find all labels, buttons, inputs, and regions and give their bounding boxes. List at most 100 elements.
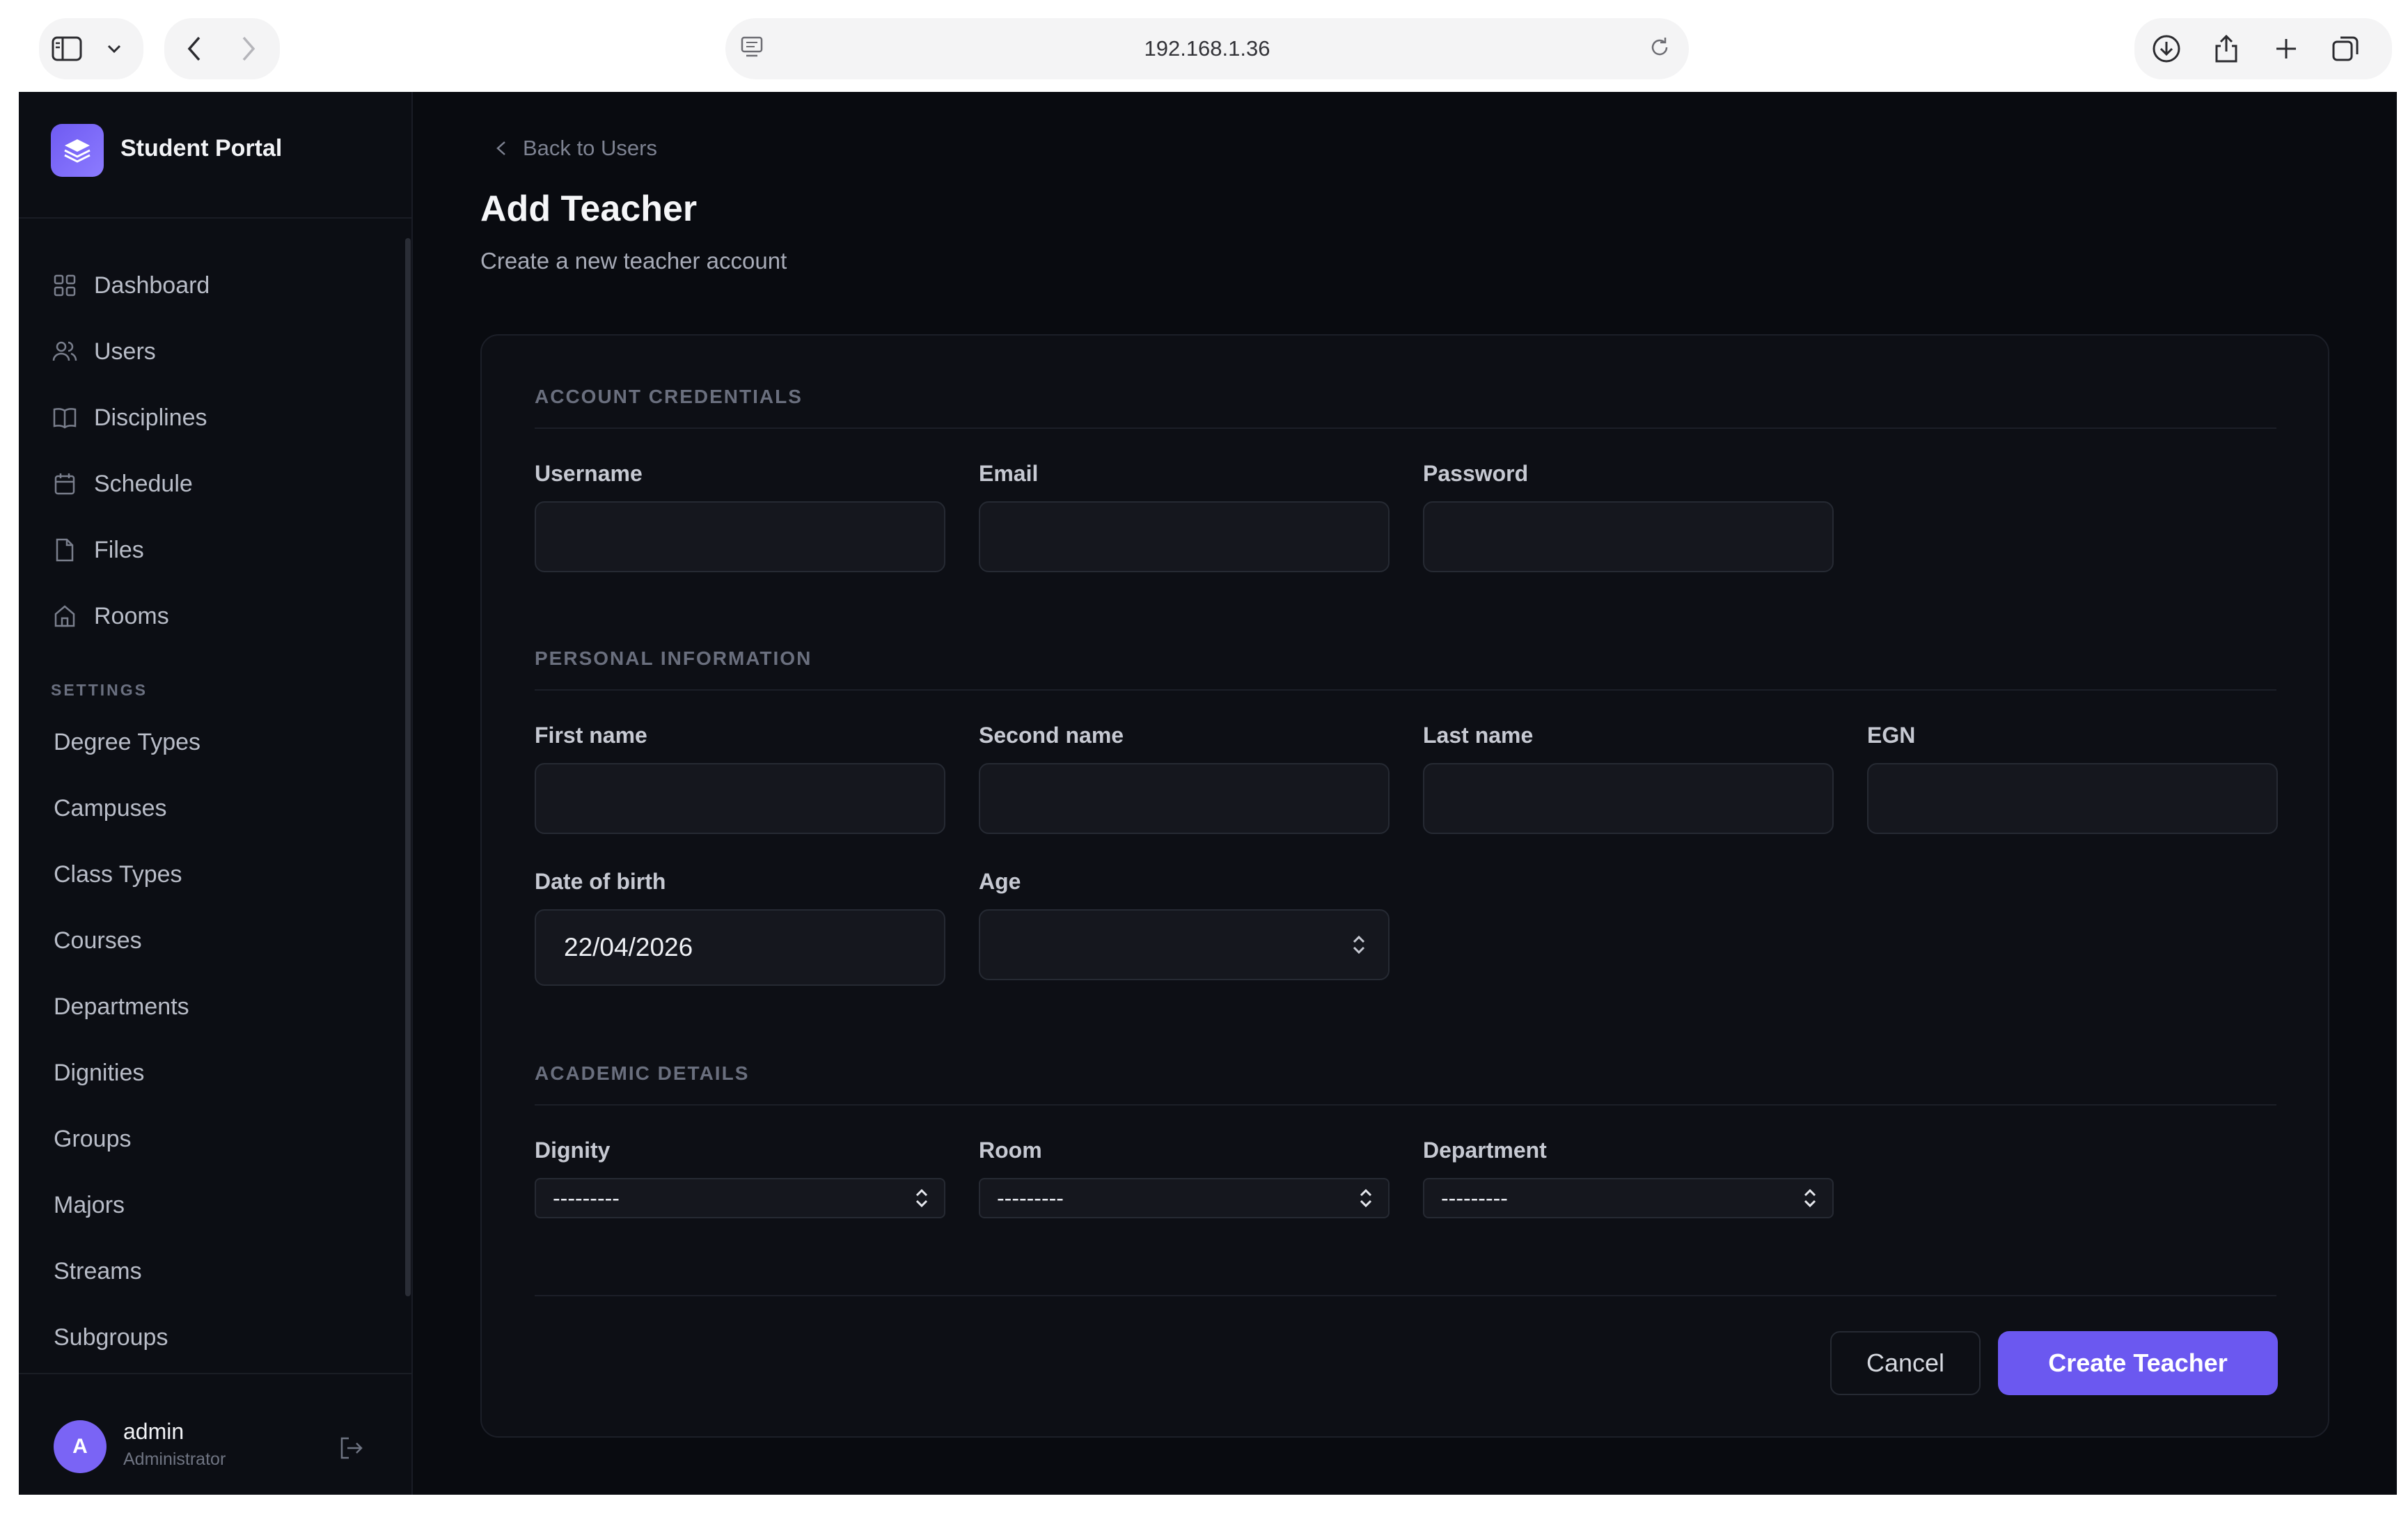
first-name-label: First name xyxy=(535,723,647,748)
department-label: Department xyxy=(1423,1138,1547,1163)
select-arrows-icon xyxy=(1804,1188,1816,1208)
department-value: --------- xyxy=(1441,1185,1508,1211)
sidebar-item-label: Schedule xyxy=(94,470,193,497)
dignity-label: Dignity xyxy=(535,1138,611,1163)
tab-overview-icon[interactable] xyxy=(2325,28,2367,70)
age-stepper[interactable] xyxy=(979,909,1390,980)
section-divider xyxy=(535,1104,2276,1106)
sidebar-item-label: Disciplines xyxy=(94,404,207,431)
sidebar-item-majors[interactable]: Majors xyxy=(54,1184,125,1226)
sidebar-item-disciplines[interactable]: Disciplines xyxy=(51,397,207,439)
file-icon xyxy=(51,536,79,564)
app-name: Student Portal xyxy=(120,135,283,162)
sidebar-item-campuses[interactable]: Campuses xyxy=(54,787,167,829)
room-value: --------- xyxy=(997,1185,1064,1211)
room-label: Room xyxy=(979,1138,1042,1163)
new-tab-icon[interactable] xyxy=(2265,28,2307,70)
section-divider xyxy=(535,689,2276,691)
browser-toolbar: 192.168.1.36 xyxy=(0,0,2408,92)
dob-value: 22/04/2026 xyxy=(564,933,693,961)
sidebar-item-class-types[interactable]: Class Types xyxy=(54,854,182,895)
app-window: Student Portal Dashboard Users Disciplin… xyxy=(19,92,2397,1495)
sidebar-scrollbar[interactable] xyxy=(405,238,411,1296)
section-title-academic: ACADEMIC DETAILS xyxy=(535,1062,750,1084)
back-arrow-icon[interactable] xyxy=(174,28,216,70)
department-select[interactable]: --------- xyxy=(1423,1178,1834,1218)
egn-label: EGN xyxy=(1867,723,1916,748)
book-icon xyxy=(51,404,79,432)
section-title-personal: PERSONAL INFORMATION xyxy=(535,647,812,669)
section-title-account: ACCOUNT CREDENTIALS xyxy=(535,386,803,407)
sidebar-item-rooms[interactable]: Rooms xyxy=(51,595,169,637)
date-of-birth-input[interactable]: 22/04/2026 xyxy=(535,909,945,986)
first-name-input[interactable] xyxy=(535,763,945,834)
egn-input[interactable] xyxy=(1867,763,2278,834)
user-profile: A admin Administrator xyxy=(19,1373,411,1495)
page: 192.168.1.36 Student Portal Dashboard Us… xyxy=(0,0,2408,1517)
dob-label: Date of birth xyxy=(535,869,666,894)
sidebar-item-degree-types[interactable]: Degree Types xyxy=(54,721,200,763)
sidebar-item-courses[interactable]: Courses xyxy=(54,920,142,961)
download-icon[interactable] xyxy=(2146,28,2187,70)
stepper-arrows-icon[interactable] xyxy=(1351,932,1367,957)
email-label: Email xyxy=(979,461,1039,486)
second-name-input[interactable] xyxy=(979,763,1390,834)
home-icon xyxy=(51,602,79,630)
last-name-label: Last name xyxy=(1423,723,1534,748)
settings-section-label: SETTINGS xyxy=(51,681,148,699)
password-label: Password xyxy=(1423,461,1529,486)
sidebar-item-groups[interactable]: Groups xyxy=(54,1118,132,1160)
main-content: Back to Users Add Teacher Create a new t… xyxy=(413,92,2397,1495)
sidebar-item-label: Files xyxy=(94,536,144,563)
calendar-icon xyxy=(51,470,79,498)
sidebar-item-files[interactable]: Files xyxy=(51,529,144,571)
page-subtitle: Create a new teacher account xyxy=(480,248,787,274)
layers-logo-icon xyxy=(51,124,104,177)
user-name: admin xyxy=(123,1419,184,1444)
back-link-label: Back to Users xyxy=(523,136,657,160)
forward-arrow-icon[interactable] xyxy=(227,28,269,70)
grid-icon xyxy=(51,272,79,299)
username-input[interactable] xyxy=(535,501,945,572)
sidebar-item-subgroups[interactable]: Subgroups xyxy=(54,1316,168,1358)
share-icon[interactable] xyxy=(2205,26,2247,68)
sidebar-item-schedule[interactable]: Schedule xyxy=(51,463,193,505)
last-name-input[interactable] xyxy=(1423,763,1834,834)
sidebar-toggle-icon[interactable] xyxy=(46,28,88,70)
chevron-down-icon[interactable] xyxy=(102,35,127,63)
sidebar-item-label: Dashboard xyxy=(94,272,210,299)
page-title: Add Teacher xyxy=(480,189,698,229)
url-text: 192.168.1.36 xyxy=(1144,36,1270,61)
room-select[interactable]: --------- xyxy=(979,1178,1390,1218)
create-teacher-button[interactable]: Create Teacher xyxy=(1998,1331,2278,1395)
sidebar-item-dashboard[interactable]: Dashboard xyxy=(51,265,210,306)
sidebar-item-streams[interactable]: Streams xyxy=(54,1250,142,1292)
second-name-label: Second name xyxy=(979,723,1124,748)
username-label: Username xyxy=(535,461,643,486)
avatar[interactable]: A xyxy=(54,1420,107,1473)
dignity-select[interactable]: --------- xyxy=(535,1178,945,1218)
sidebar-brand: Student Portal xyxy=(19,92,411,219)
section-divider xyxy=(535,427,2276,429)
sidebar-item-label: Users xyxy=(94,338,156,365)
password-input[interactable] xyxy=(1423,501,1834,572)
logout-icon[interactable] xyxy=(338,1434,365,1462)
back-to-users-link[interactable]: Back to Users xyxy=(494,131,657,166)
cancel-button[interactable]: Cancel xyxy=(1830,1331,1981,1395)
address-bar[interactable]: 192.168.1.36 xyxy=(725,18,1689,79)
sidebar-item-label: Rooms xyxy=(94,602,169,629)
dignity-value: --------- xyxy=(553,1185,620,1211)
age-label: Age xyxy=(979,869,1021,894)
reload-icon[interactable] xyxy=(1647,35,1675,63)
teacher-form-card: ACCOUNT CREDENTIALS Username Email Passw… xyxy=(480,334,2329,1438)
sidebar-item-dignities[interactable]: Dignities xyxy=(54,1052,144,1094)
sidebar: Student Portal Dashboard Users Disciplin… xyxy=(19,92,413,1495)
user-role: Administrator xyxy=(123,1449,226,1469)
email-input[interactable] xyxy=(979,501,1390,572)
sidebar-item-users[interactable]: Users xyxy=(51,331,156,372)
select-arrows-icon xyxy=(1360,1188,1372,1208)
form-footer-divider xyxy=(535,1295,2276,1296)
users-icon xyxy=(51,338,79,366)
chevron-left-icon xyxy=(496,141,505,155)
sidebar-item-departments[interactable]: Departments xyxy=(54,986,189,1028)
